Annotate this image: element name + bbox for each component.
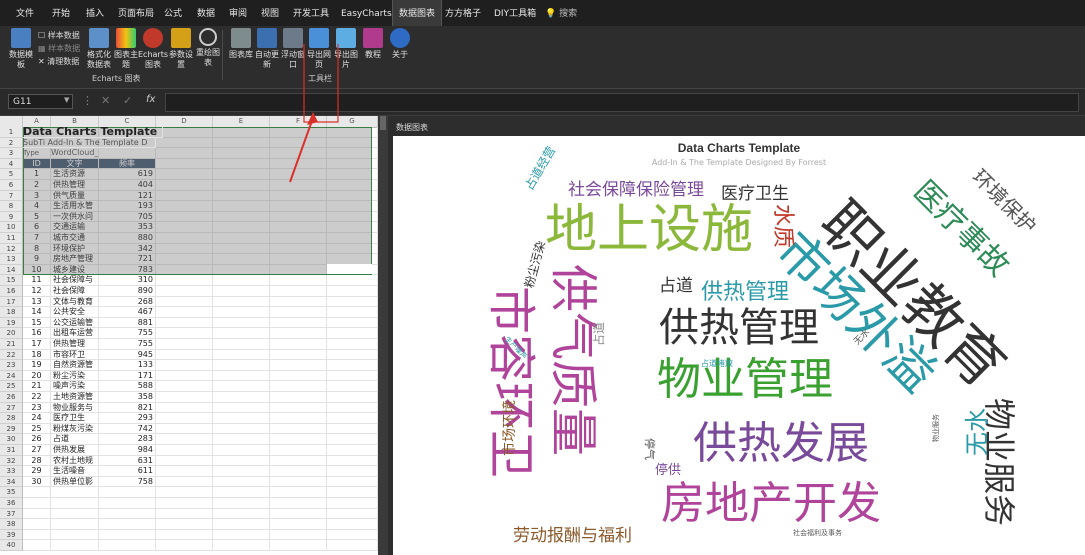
arrow-head	[307, 112, 318, 125]
cell[interactable]: Data Charts Template	[23, 126, 163, 138]
arrow-line	[289, 117, 314, 183]
highlight-bracket	[303, 44, 339, 123]
annotation-arrows	[289, 44, 339, 183]
cell[interactable]: SubTi Add-In & The Template D	[23, 137, 156, 149]
